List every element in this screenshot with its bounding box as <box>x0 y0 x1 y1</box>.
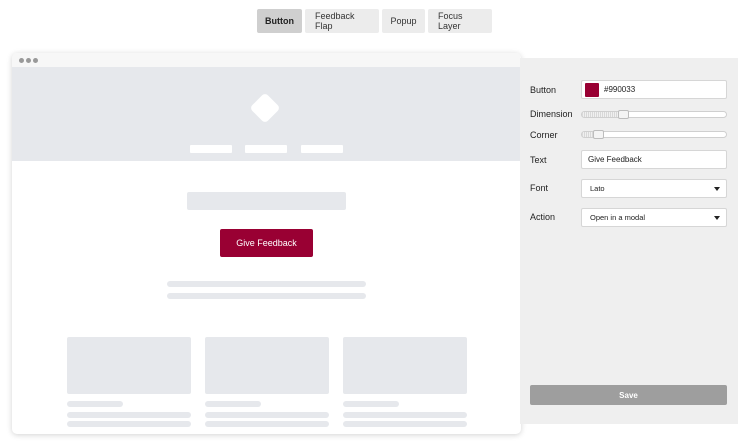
slider-thumb[interactable] <box>593 130 604 139</box>
text-input[interactable]: Give Feedback <box>581 150 727 169</box>
nav-placeholder <box>190 145 232 153</box>
dimension-slider[interactable] <box>581 110 727 119</box>
nav-placeholder <box>245 145 287 153</box>
tab-bar: Button Feedback Flap Popup Focus Layer <box>257 9 492 33</box>
card-line-placeholder <box>343 412 467 418</box>
window-dot-icon <box>33 57 38 63</box>
chevron-down-icon <box>714 215 720 220</box>
action-label: Action <box>530 212 556 222</box>
save-button[interactable]: Save <box>530 385 727 405</box>
card-line-placeholder <box>67 412 191 418</box>
window-dot-icon <box>19 57 24 63</box>
button-color-field[interactable]: #990033 <box>581 80 727 99</box>
title-placeholder <box>187 192 346 210</box>
font-label: Font <box>530 183 549 193</box>
logo-placeholder-icon <box>249 92 281 124</box>
tab-focus-layer[interactable]: Focus Layer <box>428 9 492 33</box>
card-placeholder <box>67 337 191 394</box>
browser-preview: Give Feedback <box>12 53 521 434</box>
action-select[interactable]: Open in a modal <box>581 208 727 227</box>
card-line-placeholder <box>67 421 191 427</box>
corner-label: Corner <box>530 130 558 140</box>
corner-slider[interactable] <box>581 130 727 139</box>
card-line-placeholder <box>205 401 261 407</box>
give-feedback-button[interactable]: Give Feedback <box>220 229 313 257</box>
nav-placeholder <box>301 145 343 153</box>
text-line-placeholder <box>167 293 366 299</box>
settings-panel: Button #990033 Dimension Corner Text Giv… <box>520 58 738 424</box>
card-line-placeholder <box>205 421 329 427</box>
slider-fill <box>582 112 623 117</box>
text-label: Text <box>530 155 547 165</box>
button-color-label: Button <box>530 85 557 95</box>
card-line-placeholder <box>205 412 329 418</box>
tab-button[interactable]: Button <box>257 9 302 33</box>
chevron-down-icon <box>714 186 720 191</box>
color-swatch[interactable] <box>585 82 599 97</box>
browser-title-bar <box>12 53 521 67</box>
hero-placeholder <box>12 67 521 161</box>
tab-popup[interactable]: Popup <box>382 9 425 33</box>
font-select-value: Lato <box>590 184 605 193</box>
card-line-placeholder <box>343 421 467 427</box>
text-line-placeholder <box>167 281 366 287</box>
card-placeholder <box>343 337 467 394</box>
card-line-placeholder <box>67 401 123 407</box>
action-select-value: Open in a modal <box>590 213 646 222</box>
slider-thumb[interactable] <box>618 110 629 119</box>
dimension-label: Dimension <box>530 109 573 119</box>
card-placeholder <box>205 337 329 394</box>
button-color-value: #990033 <box>604 85 636 94</box>
font-select[interactable]: Lato <box>581 179 727 198</box>
window-dot-icon <box>26 57 31 63</box>
tab-feedback-flap[interactable]: Feedback Flap <box>305 9 379 33</box>
card-line-placeholder <box>343 401 399 407</box>
